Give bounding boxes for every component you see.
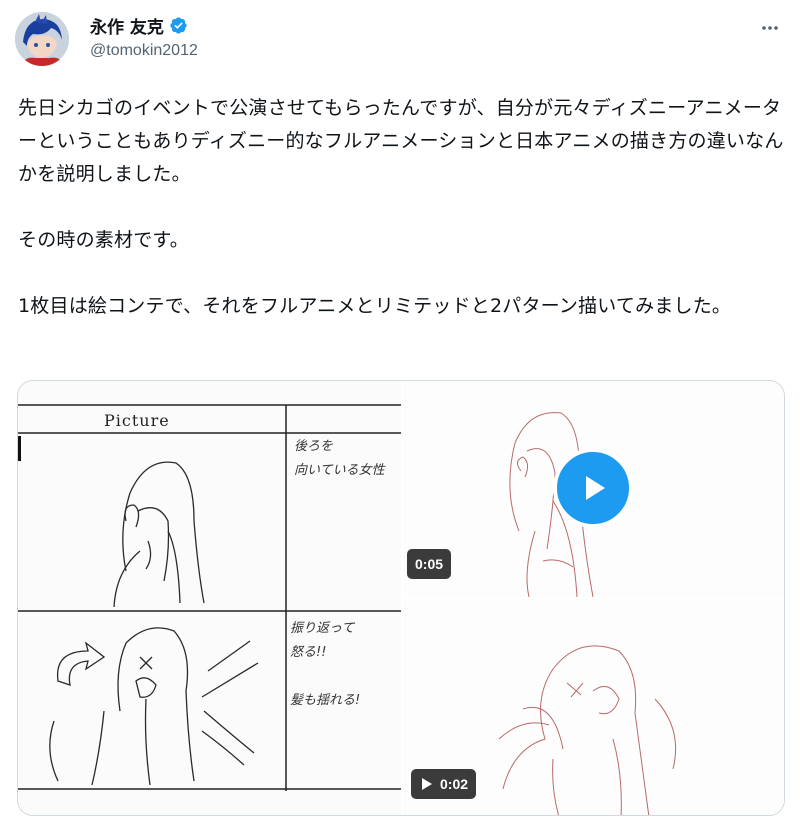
video-thumbnail-limited-animation[interactable]: 0:02 (403, 599, 784, 815)
storyboard-note-1: 後ろを 向いている女性 (294, 439, 385, 478)
storyboard-picture-header: Picture (104, 411, 170, 430)
video-duration: 0:05 (415, 556, 444, 572)
play-icon[interactable] (553, 448, 633, 528)
author-display-name[interactable]: 永作 友克 (90, 13, 164, 38)
tweet-header: 永作 友克 @tomokin2012 (0, 0, 800, 80)
video-thumbnail-full-animation[interactable]: 0:05 (403, 381, 784, 597)
storyboard-image[interactable]: Picture 後ろを 向いている女性 振り返って 怒る!! 髪も揺れる! (18, 381, 401, 815)
avatar[interactable] (15, 12, 69, 66)
play-small-icon (422, 778, 432, 790)
video-duration-badge: 0:02 (411, 769, 477, 799)
more-horizontal-icon[interactable] (758, 16, 782, 40)
verified-badge-icon (169, 16, 188, 35)
media-grid: Picture 後ろを 向いている女性 振り返って 怒る!! 髪も揺れる! 0:… (17, 380, 785, 816)
author-handle[interactable]: @tomokin2012 (90, 42, 198, 60)
storyboard-note-2: 振り返って 怒る!! 髪も揺れる! (290, 621, 361, 708)
video-duration-badge: 0:05 (407, 549, 452, 579)
tweet-text: 先日シカゴのイベントで公演させてもらったんですが、自分が元々ディズニーアニメータ… (18, 97, 784, 317)
video-duration: 0:02 (440, 776, 469, 792)
